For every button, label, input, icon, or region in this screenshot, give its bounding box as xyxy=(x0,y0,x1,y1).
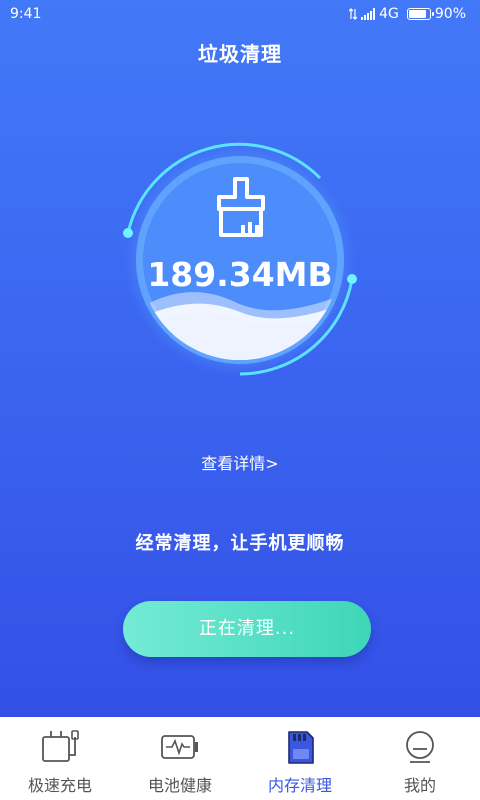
battery-percent: 90% xyxy=(434,6,466,22)
nav-label-profile: 我的 xyxy=(403,776,436,795)
view-details-link[interactable]: 查看详情> xyxy=(0,450,480,474)
tagline: 经常清理，让手机更顺畅 xyxy=(135,533,345,554)
network-type: 4G xyxy=(379,6,399,22)
broom-icon xyxy=(217,177,265,237)
profile-icon xyxy=(406,731,434,763)
cleaning-button[interactable]: 正在清理... xyxy=(123,601,371,657)
status-time: 9:41 xyxy=(10,6,42,22)
nav-label-fast-charge: 极速充电 xyxy=(27,776,92,795)
status-indicators: 4G 90% xyxy=(349,6,466,22)
data-transfer-icon xyxy=(349,8,358,20)
nav-label-memory-clean: 内存清理 xyxy=(267,776,332,795)
nav-item-battery-health[interactable]: 电池健康 xyxy=(120,717,240,800)
nav-label-battery-health: 电池健康 xyxy=(147,776,212,795)
battery-health-icon xyxy=(161,735,198,759)
nav-item-profile[interactable]: 我的 xyxy=(360,717,480,800)
status-bar: 9:41 4G 90% xyxy=(0,0,480,28)
signal-icon xyxy=(361,8,376,20)
battery-icon xyxy=(406,8,434,20)
main-screen: 9:41 4G 90% 垃圾清理 189.34MB 查看详情> 经常清理，让手机… xyxy=(0,0,480,717)
nav-item-fast-charge[interactable]: 极速充电 xyxy=(0,717,120,800)
junk-size: 189.34MB xyxy=(147,255,333,294)
nav-item-memory-clean[interactable]: 内存清理 xyxy=(240,717,360,800)
bottom-nav: 极速充电 电池健康 内存清理 我的 xyxy=(0,717,480,800)
memory-card-icon xyxy=(288,731,314,764)
charger-icon xyxy=(42,730,79,762)
battery-fill xyxy=(408,10,426,18)
page-title: 垃圾清理 xyxy=(198,42,282,66)
